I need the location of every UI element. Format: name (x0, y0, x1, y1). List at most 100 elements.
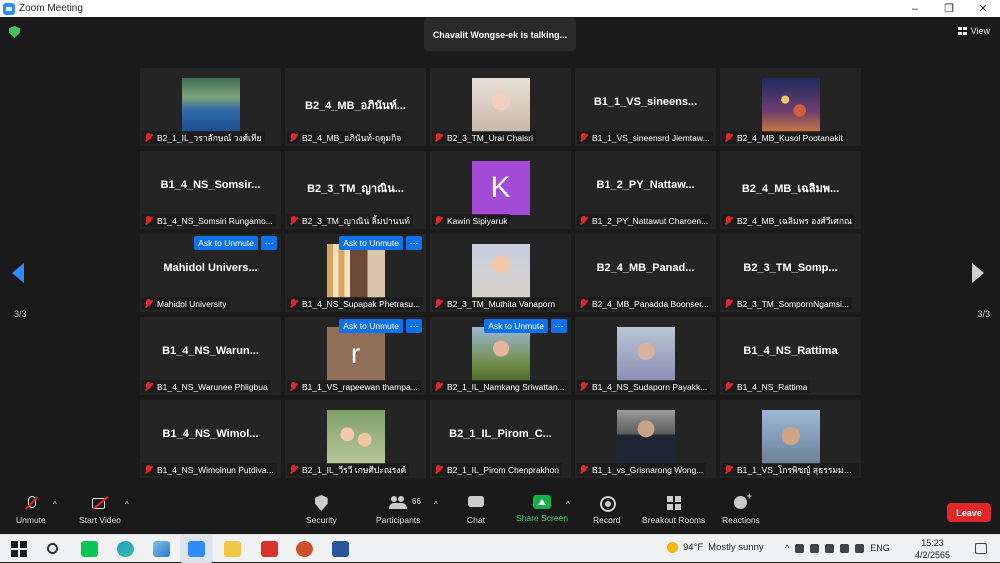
audio-options-caret[interactable]: ^ (53, 500, 57, 509)
ask-to-unmute-button[interactable]: Ask to Unmute (339, 319, 403, 333)
participant-tile[interactable]: B2_1_IL_Pirom_C... B2_1_IL_Pirom Chenprak… (430, 400, 571, 478)
muted-mic-icon (144, 132, 153, 143)
leave-button[interactable]: Leave (947, 503, 991, 522)
participant-name: B2_4_MB_Kusol Pootanakit (737, 132, 843, 143)
minimize-icon[interactable]: – (898, 0, 932, 17)
line-app-icon[interactable] (81, 541, 98, 557)
participant-tile[interactable]: B1_4_NS_Warun... B1_4_NS_Warunee Phligbua (140, 317, 281, 395)
participant-display-name: B1_4_NS_Warun... (162, 345, 259, 357)
participant-tile[interactable]: B1_4_NS_Wimol... B1_4_NS_Wimolnun Putdiva… (140, 400, 281, 478)
participant-tile[interactable]: B2_4_MB_Panad... B2_4_MB_Panadda Boonser.… (575, 234, 716, 312)
encryption-shield-icon[interactable] (9, 26, 20, 38)
muted-mic-icon (144, 381, 153, 392)
edge-browser-icon[interactable] (117, 541, 134, 557)
pdf-reader-icon[interactable] (261, 541, 278, 557)
security-button[interactable]: Security (306, 495, 337, 525)
participant-name: B2_3_TM_SompornNgamsi... (737, 298, 849, 309)
maximize-icon[interactable]: ❐ (932, 0, 966, 17)
participant-tile[interactable]: B1_4_NS_Sudaporn Payakk... (575, 317, 716, 395)
ask-to-unmute-button[interactable]: Ask to Unmute (484, 319, 548, 333)
participant-tile[interactable]: Mahidol Univers... Ask to Unmute ··· Mahido… (140, 234, 281, 312)
participant-name-label: B2_4_MB_เฉลิมพร องศ์วีเศกณ (722, 214, 855, 227)
view-label: View (970, 26, 990, 36)
ask-to-unmute-button[interactable]: Ask to Unmute (194, 236, 258, 250)
participant-tile[interactable]: B1_1_VS_sineens... B1_1_VS_sineensrd Jiem… (575, 68, 716, 146)
tray-app-icon[interactable] (795, 543, 805, 553)
view-button[interactable]: View (957, 26, 990, 36)
more-options-button[interactable]: ··· (406, 236, 422, 250)
participant-tile[interactable]: Ask to Unmute ··· B2_1_IL_Namkang Sriwatta… (430, 317, 571, 395)
participant-name-label: Mahidol University (142, 297, 230, 310)
weather-widget[interactable]: 94°F Mostly sunny (667, 542, 764, 553)
video-options-caret[interactable]: ^ (125, 500, 129, 509)
muted-mic-icon (434, 464, 443, 475)
start-video-button[interactable]: Start Video (79, 495, 121, 525)
word-icon[interactable] (332, 541, 349, 557)
ask-to-unmute-button[interactable]: Ask to Unmute (339, 236, 403, 250)
participant-tile[interactable]: B2_4_MB_เฉลิมพ... B2_4_MB_เฉลิมพร องศ์วีเ… (720, 151, 861, 229)
more-options-button[interactable]: ··· (551, 319, 567, 333)
participant-tile[interactable]: B2_1_IL_วีรวี เกษศีปะณรงค์ (285, 400, 426, 478)
participants-icon (389, 495, 408, 511)
participant-tile[interactable]: B2_4_MB_อภินันท์... B2_4_MB_อภินันท์-ฤดูม… (285, 68, 426, 146)
participant-tile[interactable]: B1_1_vs_Grisnarong Wong... (575, 400, 716, 478)
record-button[interactable]: Record (593, 495, 620, 525)
speaker-icon[interactable] (840, 543, 850, 553)
photos-app-icon[interactable] (153, 541, 170, 557)
participant-display-name: B2_3_TM_Somp... (743, 262, 838, 274)
weather-temp: 94°F (683, 542, 704, 553)
search-icon[interactable] (47, 543, 58, 554)
participant-video (326, 410, 385, 464)
participant-name: B2_3_TM_Muthita Vanaporn (447, 298, 556, 309)
chevron-up-icon[interactable]: ^ (785, 543, 789, 553)
close-icon[interactable]: ✕ (966, 0, 1000, 17)
participant-tile[interactable]: B1_2_PY_Nattaw... B1_2_PY_Nattawut Charoe… (575, 151, 716, 229)
participants-options-caret[interactable]: ^ (434, 500, 438, 509)
record-label: Record (593, 515, 621, 525)
participant-tile[interactable]: B2_3_TM_Urai Chaisri (430, 68, 571, 146)
notifications-icon[interactable] (975, 543, 987, 554)
participant-name: B2_1_IL_วราลักษณ์ วงศ์เทีย (157, 132, 262, 143)
participant-tile[interactable]: B1_1_VS_โกรพิชญ์ สุธรรมมาก... (720, 400, 861, 478)
participant-name-label: B2_3_TM_Urai Chaisri (432, 131, 536, 144)
share-screen-button[interactable]: Share Screen (516, 495, 568, 523)
participant-tile[interactable]: B2_3_TM_ญาณิน... B2_3_TM_ญาณิน ลิ้มปานนท์ (285, 151, 426, 229)
powerpoint-icon[interactable] (296, 541, 313, 557)
chat-button[interactable]: Chat (467, 495, 485, 525)
next-page-button[interactable] (972, 263, 988, 287)
participant-tile[interactable]: B2_1_IL_วราลักษณ์ วงศ์เทีย (140, 68, 281, 146)
participant-tile[interactable]: B2_3_TM_Muthita Vanaporn (430, 234, 571, 312)
reactions-button[interactable]: Reactions (722, 491, 760, 525)
participant-name: B1_4_NS_Somsiri Rungamo... (157, 215, 273, 226)
participant-name: B1_2_PY_Nattawut Charoen... (592, 215, 709, 226)
windows-start-icon[interactable] (11, 541, 27, 557)
wifi-icon[interactable] (855, 543, 865, 553)
participant-tile[interactable]: K Kawin Sipiyaruk (430, 151, 571, 229)
microphone-tray-icon[interactable] (810, 543, 820, 553)
more-options-button[interactable]: ··· (261, 236, 277, 250)
participant-display-name: B2_3_TM_ญาณิน... (307, 183, 404, 195)
participant-tile[interactable]: B2_4_MB_Kusol Pootanakit (720, 68, 861, 146)
participant-tile[interactable]: Ask to Unmute ··· B1_4_NS_Supapak Phetrasu… (285, 234, 426, 312)
unmute-button[interactable]: Unmute (16, 495, 46, 525)
weather-text: Mostly sunny (708, 542, 764, 553)
previous-page-button[interactable] (12, 263, 28, 287)
participant-name-label: B2_4_MB_Kusol Pootanakit (722, 131, 846, 144)
participant-tile[interactable]: B1_4_NS_Somsir... B1_4_NS_Somsiri Rungamo… (140, 151, 281, 229)
battery-icon[interactable] (825, 543, 835, 553)
more-options-button[interactable]: ··· (406, 319, 422, 333)
muted-mic-icon (434, 132, 443, 143)
participant-tile[interactable]: r Ask to Unmute ··· B1_1_VS_rapeewan thampa… (285, 317, 426, 395)
muted-mic-icon (724, 132, 733, 143)
zoom-taskbar-icon[interactable] (188, 541, 205, 557)
clock[interactable]: 15:23 4/2/2565 (915, 537, 950, 561)
share-options-caret[interactable]: ^ (566, 500, 570, 509)
language-indicator[interactable]: ENG (870, 543, 890, 553)
file-explorer-icon[interactable] (224, 541, 241, 557)
breakout-rooms-button[interactable]: Breakout Rooms (642, 495, 705, 525)
chat-bubble-icon (467, 495, 485, 511)
participants-count: 66 (412, 497, 421, 506)
participant-video (761, 410, 820, 464)
participant-tile[interactable]: B2_3_TM_Somp... B2_3_TM_SompornNgamsi... (720, 234, 861, 312)
participant-tile[interactable]: B1_4_NS_Rattima B1_4_NS_Rattima (720, 317, 861, 395)
